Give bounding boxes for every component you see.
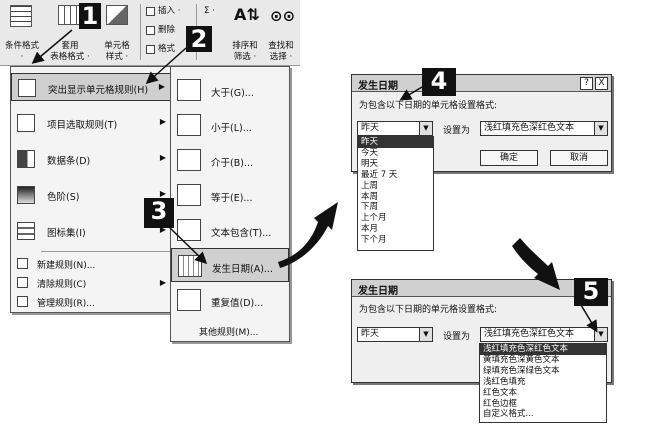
flow-arrow-2 — [512, 238, 560, 290]
arrow-3 — [167, 225, 208, 265]
flow-arrow-1 — [278, 202, 338, 268]
arrow-1 — [31, 29, 73, 64]
step-badge-3: 3 — [144, 198, 174, 228]
step-badge-2: 2 — [186, 26, 212, 52]
step-badge-4: 4 — [422, 68, 456, 96]
arrow-2 — [145, 47, 187, 85]
arrow-4 — [399, 86, 423, 101]
annotation-arrows — [31, 29, 598, 333]
step-badge-1: 1 — [79, 3, 101, 29]
step-badge-5: 5 — [574, 278, 608, 306]
